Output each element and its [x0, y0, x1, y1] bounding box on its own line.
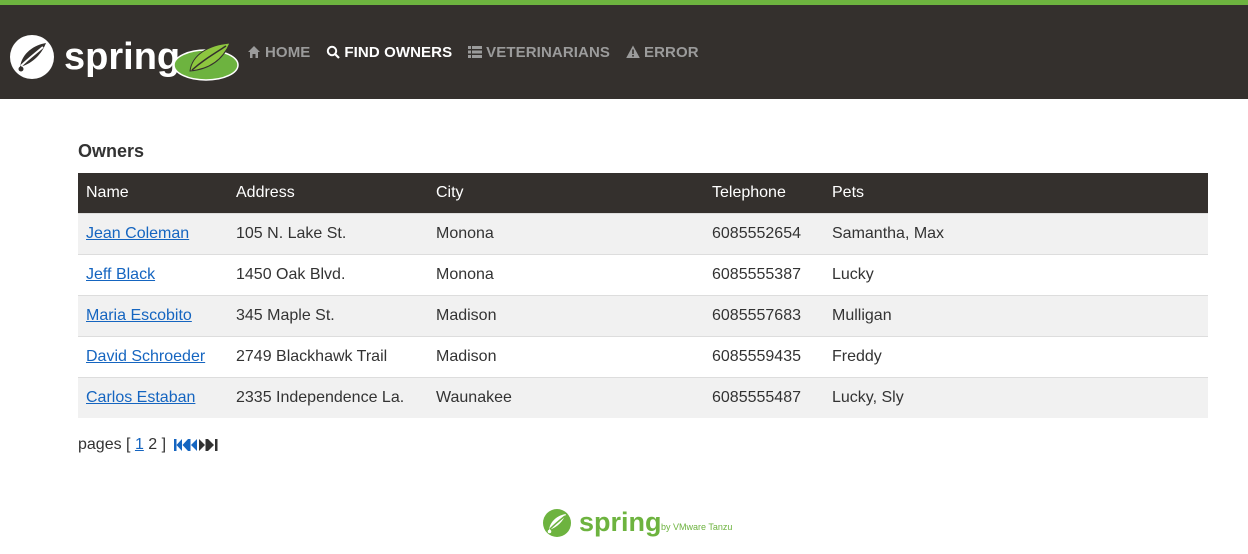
cell-name: Jean Coleman	[78, 212, 228, 254]
footer-tagline: by VMware Tanzu	[661, 522, 732, 532]
nav-home-label: HOME	[265, 43, 311, 61]
cell-address: 2335 Independence La.	[228, 376, 428, 418]
list-icon	[468, 46, 483, 58]
cell-telephone: 6085555387	[704, 253, 824, 295]
warning-icon	[626, 45, 640, 58]
search-icon	[327, 45, 341, 59]
cell-city: Madison	[428, 294, 704, 336]
cell-city: Waunakee	[428, 376, 704, 418]
nav-veterinarians[interactable]: VETERINARIANS	[468, 5, 618, 99]
table-header-row: Name Address City Telephone Pets	[78, 173, 1208, 213]
owner-link[interactable]: David Schroeder	[86, 348, 205, 365]
cell-address: 2749 Blackhawk Trail	[228, 335, 428, 377]
cell-name: David Schroeder	[78, 335, 228, 377]
last-page-icon	[208, 439, 218, 451]
column-header-name: Name	[78, 173, 228, 213]
owner-link[interactable]: Maria Escobito	[86, 307, 192, 324]
nav-error[interactable]: ERROR	[626, 5, 707, 99]
top-navbar: spring HOME FIND OWNERS VETERINARIANS ER…	[0, 0, 1248, 99]
cell-telephone: 6085555487	[704, 376, 824, 418]
pagination: pages [ 1 2 ]	[78, 436, 218, 454]
cell-address: 1450 Oak Blvd.	[228, 253, 428, 295]
cell-city: Monona	[428, 253, 704, 295]
cell-telephone: 6085559435	[704, 335, 824, 377]
spring-petclinic-logo[interactable]: spring	[8, 31, 240, 83]
cell-address: 105 N. Lake St.	[228, 212, 428, 254]
cell-pets: Freddy	[824, 335, 1208, 377]
column-header-address: Address	[228, 173, 428, 213]
cell-name: Carlos Estaban	[78, 376, 228, 418]
owner-link[interactable]: Carlos Estaban	[86, 389, 195, 406]
owner-link[interactable]: Jeff Black	[86, 266, 155, 283]
table-row: David Schroeder 2749 Blackhawk Trail Mad…	[78, 335, 1208, 377]
next-page-icon	[199, 439, 209, 451]
nav-error-label: ERROR	[643, 43, 699, 61]
current-page: 2	[148, 436, 158, 453]
nav-home[interactable]: HOME	[247, 5, 318, 99]
owners-table: Name Address City Telephone Pets Jean Co…	[78, 173, 1208, 418]
logo-wordmark: spring	[64, 36, 180, 78]
table-row: Maria Escobito 345 Maple St. Madison 608…	[78, 294, 1208, 336]
column-header-telephone: Telephone	[704, 173, 824, 213]
nav-find-owners-label: FIND OWNERS	[344, 43, 453, 61]
nav-find-owners[interactable]: FIND OWNERS	[326, 5, 460, 99]
cell-telephone: 6085552654	[704, 212, 824, 254]
cell-pets: Lucky, Sly	[824, 376, 1208, 418]
cell-address: 345 Maple St.	[228, 294, 428, 336]
pagination-prefix: pages [	[78, 436, 135, 453]
owner-link[interactable]: Jean Coleman	[86, 225, 189, 242]
cell-name: Jeff Black	[78, 253, 228, 295]
pagination-controls	[174, 438, 218, 452]
table-row: Jeff Black 1450 Oak Blvd. Monona 6085555…	[78, 253, 1208, 295]
cell-name: Maria Escobito	[78, 294, 228, 336]
cell-pets: Samantha, Max	[824, 212, 1208, 254]
nav-veterinarians-label: VETERINARIANS	[486, 43, 610, 61]
cell-telephone: 6085557683	[704, 294, 824, 336]
footer-wordmark: spring	[579, 507, 662, 537]
cell-city: Monona	[428, 212, 704, 254]
first-page-icon[interactable]	[174, 438, 189, 452]
main-nav: HOME FIND OWNERS VETERINARIANS ERROR	[247, 5, 715, 99]
cell-city: Madison	[428, 335, 704, 377]
page-title: Owners	[78, 141, 145, 161]
column-header-pets: Pets	[824, 173, 1208, 213]
previous-page-icon[interactable]	[188, 438, 198, 452]
column-header-city: City	[428, 173, 704, 213]
cell-pets: Mulligan	[824, 294, 1208, 336]
page-link[interactable]: 1	[135, 436, 144, 454]
table-row: Carlos Estaban 2335 Independence La. Wau…	[78, 376, 1208, 418]
spring-footer-logo: spring by VMware Tanzu	[543, 507, 732, 537]
table-row: Jean Coleman 105 N. Lake St. Monona 6085…	[78, 212, 1208, 254]
home-icon	[248, 46, 260, 58]
pagination-suffix: ]	[157, 436, 167, 453]
cell-pets: Lucky	[824, 253, 1208, 295]
